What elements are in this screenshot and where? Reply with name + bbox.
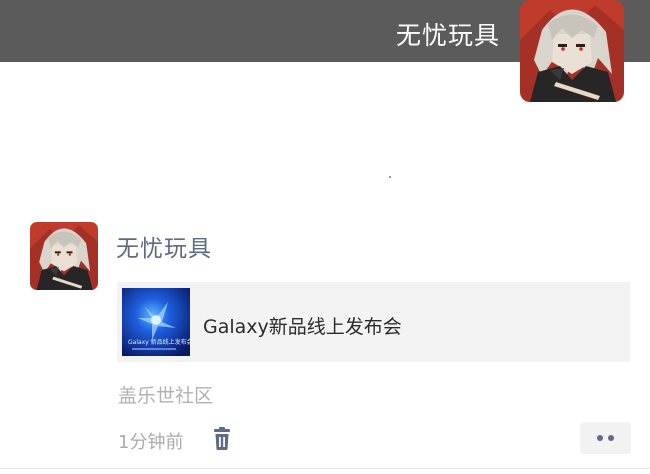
more-actions-button[interactable] [580,422,631,454]
anime-avatar-icon [30,222,98,290]
post-author-name[interactable]: 无忧玩具 [116,229,212,263]
trash-icon [214,427,230,450]
link-title: Galaxy新品线上发布会 [203,316,402,338]
profile-name: 无忧玩具 [395,21,500,50]
post-avatar[interactable] [30,222,98,290]
separator-dot [389,176,391,178]
delete-button[interactable] [211,427,233,451]
moments-page: 无忧玩具 无忧玩具 Galaxy 新品线上发布会 Galaxy新品线上发布会 盖… [0,0,650,474]
galaxy-poster-icon: Galaxy 新品线上发布会 [122,288,190,356]
more-dot [597,435,603,441]
shared-link-card[interactable]: Galaxy 新品线上发布会 Galaxy新品线上发布会 [117,282,630,362]
thumbnail-caption: Galaxy 新品线上发布会 [128,338,190,346]
post-divider [0,468,650,469]
post-time: 1分钟前 [118,432,184,453]
source-link[interactable]: 盖乐世社区 [118,381,213,408]
profile-avatar[interactable] [520,0,624,102]
link-thumbnail: Galaxy 新品线上发布会 [122,288,190,356]
more-dot [608,435,614,441]
anime-avatar-icon [520,0,624,102]
